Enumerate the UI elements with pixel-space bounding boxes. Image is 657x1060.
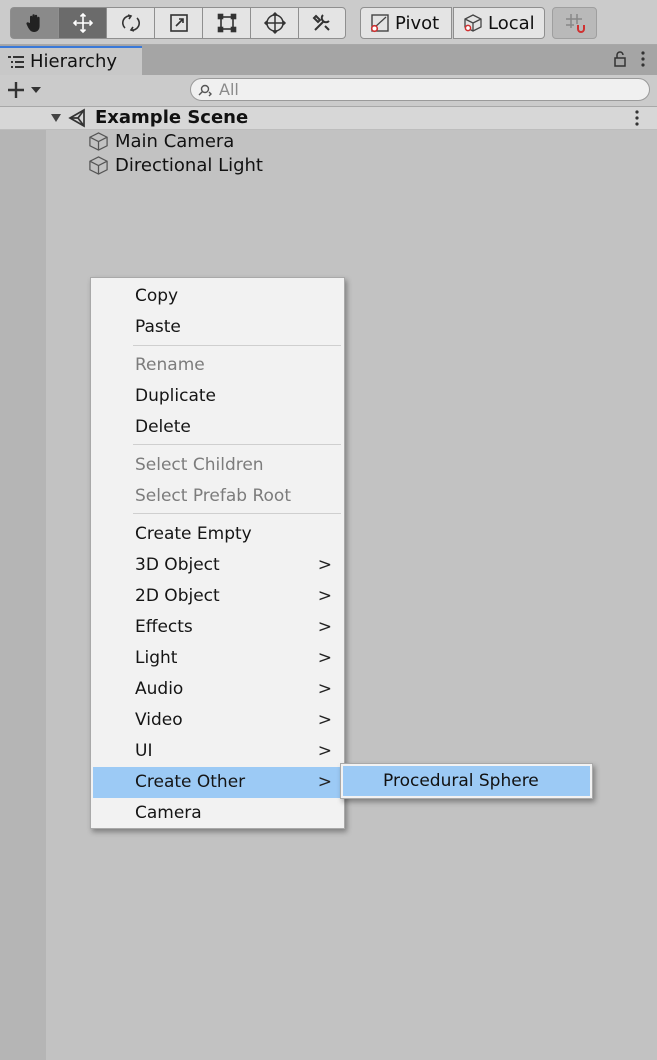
menu-separator xyxy=(133,513,341,514)
scale-icon xyxy=(169,14,188,32)
pivot-label: Pivot xyxy=(395,12,440,34)
hierarchy-search-row: All xyxy=(0,75,657,107)
gameobject-cube-icon xyxy=(89,155,108,175)
menu-item-delete[interactable]: Delete xyxy=(93,412,342,443)
local-cube-icon xyxy=(464,14,482,32)
custom-tool-icon xyxy=(312,14,330,31)
lock-icon[interactable] xyxy=(613,51,627,67)
menu-item-label: Paste xyxy=(135,317,181,337)
collapse-arrow-icon[interactable] xyxy=(50,113,62,123)
create-other-submenu: Procedural Sphere xyxy=(340,763,593,799)
menu-item-label: Audio xyxy=(135,679,184,699)
hand-icon xyxy=(25,14,40,32)
transform-icon xyxy=(263,11,286,35)
tab-label: Hierarchy xyxy=(30,51,118,72)
context-menu: Copy Paste Rename Duplicate Delete Selec… xyxy=(90,277,345,829)
submenu-chevron-icon: > xyxy=(317,710,332,730)
menu-item-copy[interactable]: Copy xyxy=(93,281,342,312)
menu-item-create-empty[interactable]: Create Empty xyxy=(93,519,342,550)
plus-icon xyxy=(8,82,24,98)
hierarchy-item-main-camera[interactable]: Main Camera xyxy=(88,129,234,153)
rotate-tool-button[interactable] xyxy=(106,7,154,39)
menu-item-rename: Rename xyxy=(93,350,342,381)
menu-item-effects[interactable]: Effects > xyxy=(93,612,342,643)
submenu-chevron-icon: > xyxy=(317,679,332,699)
transform-tool-group xyxy=(10,7,346,39)
menu-item-3d-object[interactable]: 3D Object > xyxy=(93,550,342,581)
gameobject-cube-icon xyxy=(89,131,108,151)
menu-item-label: Create Other xyxy=(135,772,246,792)
menu-item-video[interactable]: Video > xyxy=(93,705,342,736)
menu-item-light[interactable]: Light > xyxy=(93,643,342,674)
menu-item-label: 2D Object xyxy=(135,586,220,606)
dropdown-arrow-icon xyxy=(31,87,41,93)
menu-item-2d-object[interactable]: 2D Object > xyxy=(93,581,342,612)
transform-tool-button[interactable] xyxy=(250,7,298,39)
tab-controls xyxy=(613,51,645,67)
submenu-item-label: Procedural Sphere xyxy=(383,771,539,791)
menu-item-duplicate[interactable]: Duplicate xyxy=(93,381,342,412)
more-options-icon[interactable] xyxy=(641,51,645,67)
hierarchy-tabbar: Hierarchy xyxy=(0,45,657,75)
local-toggle-button[interactable]: Local xyxy=(453,7,545,39)
scale-tool-button[interactable] xyxy=(154,7,202,39)
submenu-chevron-icon: > xyxy=(317,741,332,761)
hand-tool-button[interactable] xyxy=(10,7,58,39)
submenu-chevron-icon: > xyxy=(317,586,332,606)
unity-scene-icon xyxy=(68,108,85,128)
menu-item-select-prefab-root: Select Prefab Root xyxy=(93,481,342,512)
menu-item-paste[interactable]: Paste xyxy=(93,312,342,343)
submenu-chevron-icon: > xyxy=(317,772,332,792)
menu-item-label: Effects xyxy=(135,617,193,637)
move-tool-button[interactable] xyxy=(58,7,106,39)
menu-item-label: Create Empty xyxy=(135,524,252,544)
menu-item-audio[interactable]: Audio > xyxy=(93,674,342,705)
search-placeholder: All xyxy=(219,80,239,99)
hierarchy-item-directional-light[interactable]: Directional Light xyxy=(88,153,263,177)
rect-tool-button[interactable] xyxy=(202,7,250,39)
hierarchy-list-icon xyxy=(8,55,24,68)
menu-item-camera[interactable]: Camera xyxy=(93,798,342,829)
hierarchy-search-input[interactable]: All xyxy=(190,78,650,101)
grid-snap-icon xyxy=(565,14,585,33)
hierarchy-item-label: Directional Light xyxy=(115,154,263,176)
menu-item-create-other[interactable]: Create Other > xyxy=(93,767,342,798)
menu-item-label: Light xyxy=(135,648,178,668)
menu-item-label: Select Prefab Root xyxy=(135,486,291,506)
menu-separator xyxy=(133,345,341,346)
menu-item-select-children: Select Children xyxy=(93,450,342,481)
menu-item-label: Copy xyxy=(135,286,179,306)
menu-item-label: Video xyxy=(135,710,183,730)
menu-item-label: Select Children xyxy=(135,455,264,475)
scene-toolbar: Pivot Local xyxy=(0,0,657,45)
grid-snap-button[interactable] xyxy=(552,7,597,39)
menu-item-label: Duplicate xyxy=(135,386,216,406)
menu-item-label: 3D Object xyxy=(135,555,220,575)
rotate-icon xyxy=(121,14,140,32)
submenu-chevron-icon: > xyxy=(317,648,332,668)
tab-hierarchy[interactable]: Hierarchy xyxy=(0,46,142,75)
pivot-toggle-button[interactable]: Pivot xyxy=(360,7,452,39)
scene-options-icon[interactable] xyxy=(635,110,639,126)
menu-item-label: UI xyxy=(135,741,153,761)
menu-item-label: Rename xyxy=(135,355,205,375)
scene-name: Example Scene xyxy=(95,107,249,128)
menu-item-ui[interactable]: UI > xyxy=(93,736,342,767)
local-label: Local xyxy=(488,12,535,34)
menu-separator xyxy=(133,444,341,445)
move-icon xyxy=(72,12,93,34)
hierarchy-item-label: Main Camera xyxy=(115,130,235,152)
submenu-chevron-icon: > xyxy=(317,617,332,637)
search-icon xyxy=(198,84,212,96)
submenu-item-procedural-sphere[interactable]: Procedural Sphere xyxy=(343,766,590,796)
create-dropdown-button[interactable] xyxy=(6,78,42,102)
rect-icon xyxy=(217,13,236,33)
menu-item-label: Camera xyxy=(135,803,202,823)
hierarchy-gutter xyxy=(0,107,46,1060)
submenu-chevron-icon: > xyxy=(317,555,332,575)
menu-item-label: Delete xyxy=(135,417,191,437)
custom-tool-button[interactable] xyxy=(298,7,346,39)
pivot-icon xyxy=(370,14,389,33)
scene-header-row[interactable]: Example Scene xyxy=(0,107,657,130)
